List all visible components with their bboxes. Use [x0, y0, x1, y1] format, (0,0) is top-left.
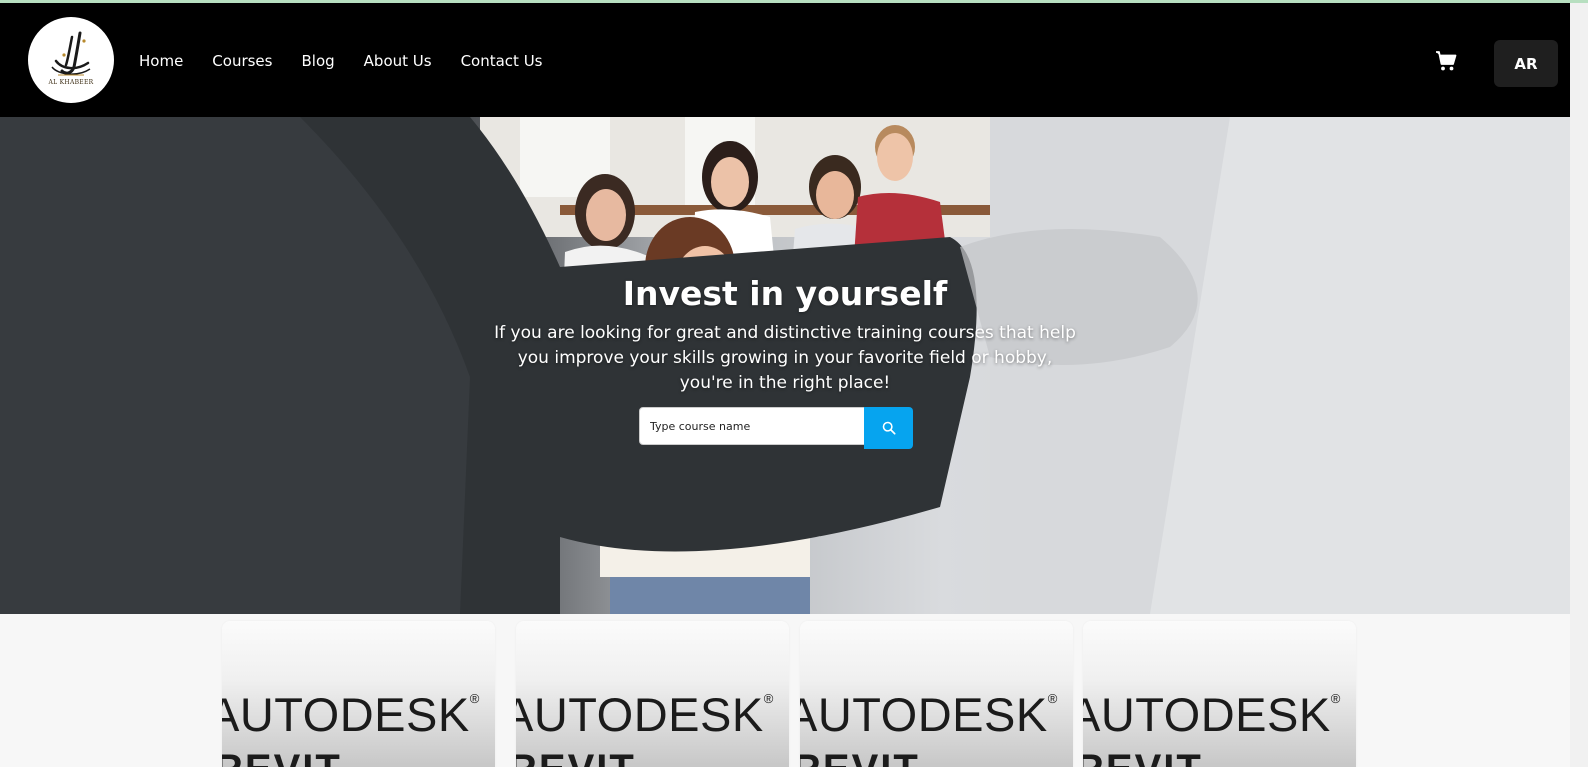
- hero-banner: Invest in yourself If you are looking fo…: [0, 117, 1570, 614]
- card-brand-logo: AUTODESK®: [1083, 688, 1341, 741]
- card-brand-logo: AUTODESK®: [800, 688, 1058, 741]
- cart-icon[interactable]: [1434, 49, 1458, 73]
- main-nav: Home Courses Blog About Us Contact Us: [139, 52, 572, 70]
- page-scrollbar[interactable]: [1570, 3, 1588, 767]
- course-card[interactable]: AUTODESK® REVIT: [1083, 621, 1356, 767]
- nav-link-home[interactable]: Home: [139, 52, 183, 70]
- nav-link-blog[interactable]: Blog: [301, 52, 334, 70]
- logo-calligraphy-icon: [51, 31, 91, 76]
- card-product-name: REVIT: [1083, 747, 1203, 767]
- card-product-name: REVIT: [800, 747, 920, 767]
- search-icon: [882, 421, 896, 435]
- logo-text: AL KHABEER: [48, 79, 94, 86]
- nav-link-courses[interactable]: Courses: [212, 52, 272, 70]
- course-search: [639, 407, 913, 449]
- course-card[interactable]: AUTODESK® REVIT: [222, 621, 495, 767]
- navbar: AL KHABEER Home Courses Blog About Us Co…: [0, 3, 1570, 117]
- site-logo[interactable]: AL KHABEER: [28, 17, 114, 103]
- nav-link-contact-us[interactable]: Contact Us: [461, 52, 543, 70]
- course-card[interactable]: AUTODESK® REVIT: [516, 621, 789, 767]
- nav-link-about-us[interactable]: About Us: [364, 52, 432, 70]
- course-cards: AUTODESK® REVIT AUTODESK® REVIT AUTODESK…: [0, 614, 1570, 767]
- card-brand-logo: AUTODESK®: [516, 688, 774, 741]
- search-button[interactable]: [864, 407, 913, 449]
- card-product-name: REVIT: [516, 747, 636, 767]
- card-product-name: REVIT: [222, 747, 342, 767]
- card-brand-logo: AUTODESK®: [222, 688, 480, 741]
- course-card[interactable]: AUTODESK® REVIT: [800, 621, 1073, 767]
- hero-title: Invest in yourself: [622, 274, 948, 314]
- hero-subtitle: If you are looking for great and distinc…: [494, 323, 1076, 393]
- course-search-input[interactable]: [639, 407, 865, 445]
- language-toggle-button[interactable]: AR: [1494, 40, 1558, 87]
